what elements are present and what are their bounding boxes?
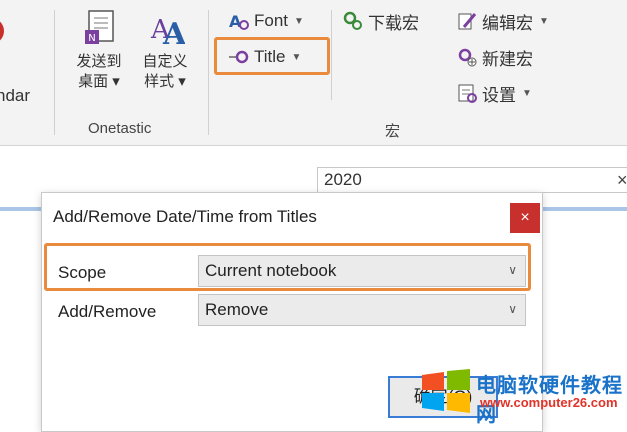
ribbon-separator	[331, 10, 332, 100]
new-macro-label: 新建宏	[482, 49, 533, 69]
close-icon[interactable]: ×	[617, 170, 627, 191]
edit-macro-label: 编辑宏	[482, 13, 533, 33]
edit-macro-button[interactable]: 编辑宏 ▼	[456, 7, 549, 35]
customize-styles-line1: 自定义	[142, 53, 188, 70]
scope-label: Scope	[58, 263, 107, 282]
download-macro-button[interactable]: 下载宏	[342, 7, 419, 35]
windows-logo-icon	[422, 369, 470, 413]
watermark: 电脑软硬件教程网 www.computer26.com	[420, 365, 626, 426]
scope-select[interactable]: Current notebook ∨	[198, 255, 526, 287]
dialog-title: Add/Remove Date/Time from Titles	[53, 207, 317, 226]
new-gear-icon	[458, 48, 477, 67]
send-to-desktop-line2: 桌面 ▾	[78, 73, 120, 90]
svg-text:A: A	[162, 17, 185, 48]
svg-text:N: N	[88, 33, 95, 44]
chevron-down-icon: ▼	[294, 15, 304, 27]
ribbon: ndar N 发送到 桌面 ▾ A A 自定义 样式 ▾ Onetastic A…	[0, 0, 627, 146]
settings-list-icon	[458, 84, 477, 103]
calendar-button-label[interactable]: ndar	[0, 86, 30, 106]
add-remove-select[interactable]: Remove ∨	[198, 294, 526, 326]
font-gear-icon: A	[229, 12, 249, 31]
chevron-down-icon: ▼	[539, 15, 549, 27]
calendar-icon[interactable]	[0, 18, 4, 44]
download-gear-icon	[343, 11, 362, 30]
date-text-box[interactable]: 2020	[317, 167, 627, 193]
chevron-down-icon: ∨	[508, 302, 517, 316]
onetastic-group-label: Onetastic	[88, 120, 152, 137]
add-remove-label: Add/Remove	[58, 302, 157, 321]
ribbon-separator	[208, 10, 209, 135]
send-to-desktop-button[interactable]: N 发送到 桌面 ▾	[66, 8, 132, 92]
chevron-down-icon: ▼	[522, 87, 532, 99]
settings-macro-button[interactable]: 设置 ▼	[456, 79, 532, 107]
dialog-close-button[interactable]: ×	[510, 203, 540, 233]
customize-styles-button[interactable]: A A 自定义 样式 ▾	[134, 8, 196, 92]
ribbon-separator	[54, 10, 55, 135]
new-macro-button[interactable]: 新建宏	[456, 43, 533, 71]
macros-group-label: 宏	[385, 123, 401, 140]
chevron-down-icon: ∨	[508, 263, 517, 277]
edit-pencil-icon	[458, 13, 477, 30]
font-macro-button[interactable]: A Font ▼	[228, 7, 304, 35]
add-remove-select-value: Remove	[205, 300, 269, 319]
send-to-desktop-line1: 发送到	[76, 53, 122, 70]
svg-text:A: A	[229, 12, 242, 31]
download-macro-label: 下载宏	[368, 13, 419, 33]
scope-select-value: Current notebook	[205, 261, 337, 280]
font-macro-label: Font	[254, 11, 289, 30]
watermark-url: www.computer26.com	[480, 395, 618, 410]
settings-macro-label: 设置	[482, 85, 516, 105]
customize-styles-line2: 样式 ▾	[144, 73, 186, 90]
title-macro-highlight	[214, 37, 330, 75]
document-icon: N	[85, 10, 114, 44]
font-styles-icon: A A	[150, 15, 185, 48]
